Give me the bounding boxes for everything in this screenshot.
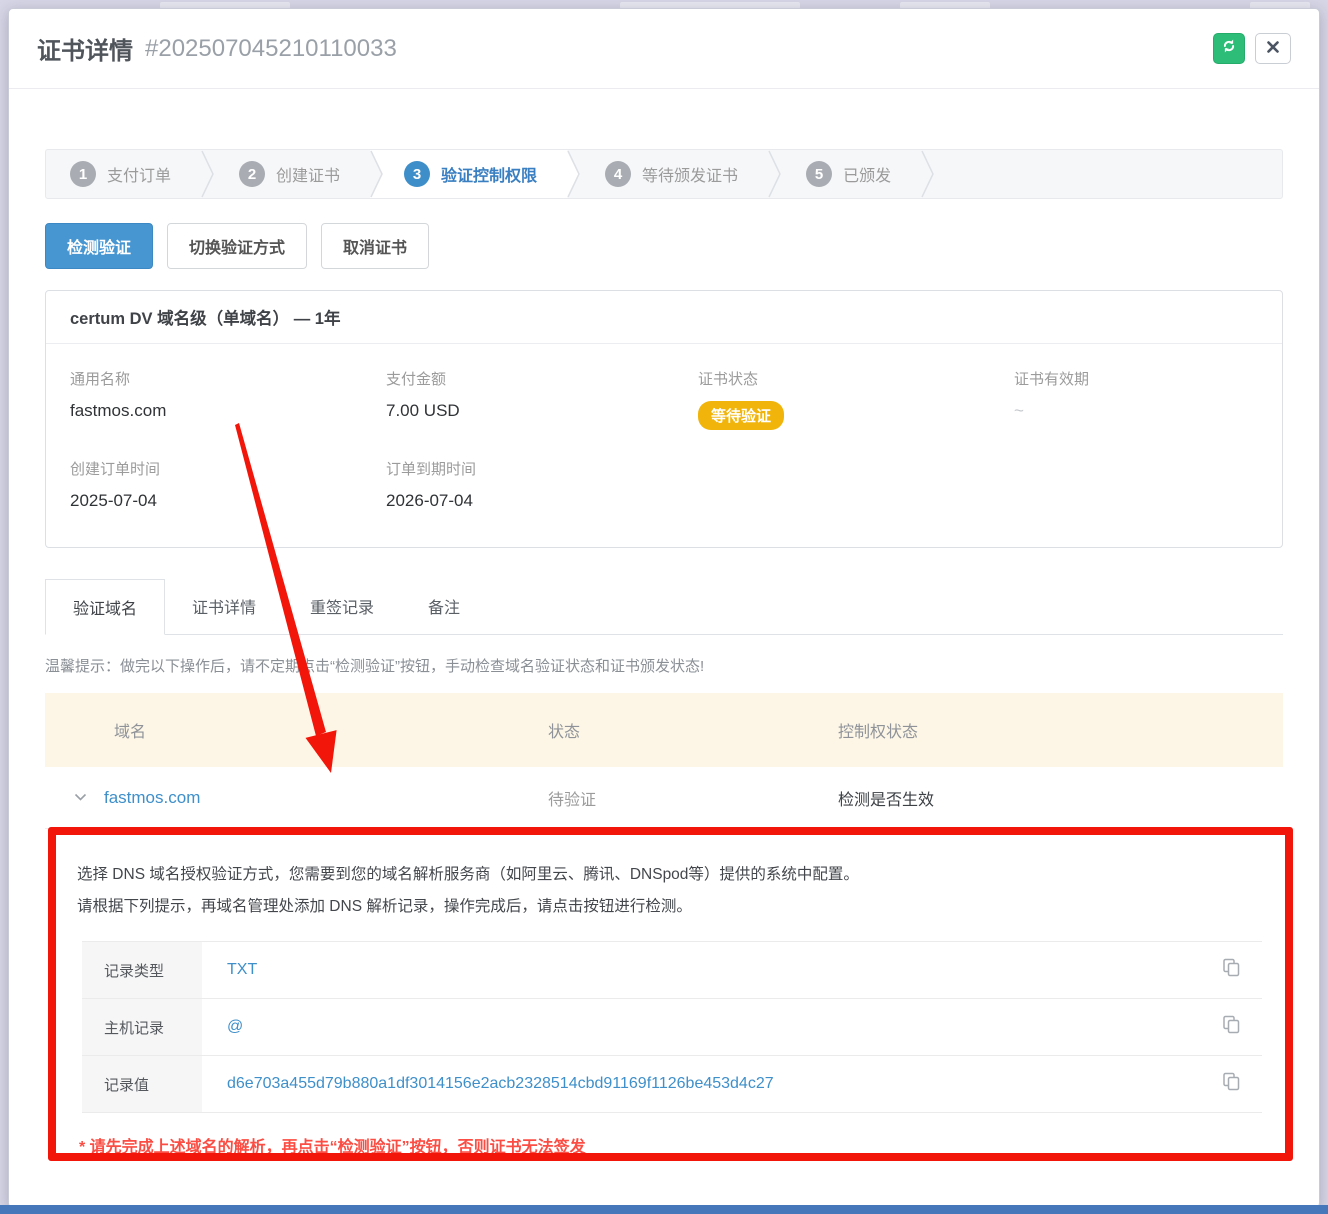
step-number: 2 (239, 161, 265, 187)
step-separator (567, 150, 581, 198)
field-payment-amount: 支付金额 7.00 USD (386, 368, 698, 430)
certificate-info-card: certum DV 域名级（单域名） — 1年 通用名称 fastmos.com… (45, 290, 1283, 548)
field-order-created: 创建订单时间 2025-07-04 (70, 458, 386, 511)
step-number: 1 (70, 161, 96, 187)
host-record-value: @ (202, 999, 1200, 1055)
order-id: #202507045210110033 (145, 35, 397, 63)
copy-icon (1221, 1014, 1242, 1040)
check-verification-button[interactable]: 检测验证 (45, 223, 153, 269)
step-separator (768, 150, 782, 198)
record-value-row: 记录值 d6e703a455d79b880a1df3014156e2acb232… (82, 1056, 1262, 1113)
field-cert-validity: 证书有效期 ~ (1014, 368, 1258, 430)
step-issued: 5 已颁发 (782, 150, 921, 198)
tab-cert-detail[interactable]: 证书详情 (165, 579, 283, 635)
col-control-status: 控制权状态 (838, 718, 1283, 742)
reminder-text: 温馨提示：做完以下操作后，请不定期点击“检测验证”按钮，手动检查域名验证状态和证… (45, 635, 1283, 693)
copy-icon (1221, 957, 1242, 983)
dialog-header: 证书详情 #202507045210110033 (9, 9, 1319, 89)
status-badge: 等待验证 (698, 401, 784, 430)
dns-verification-panel: 选择 DNS 域名授权验证方式，您需要到您的域名解析服务商（如阿里云、腾讯、DN… (45, 829, 1283, 1157)
domain-table-row: fastmos.com 待验证 检测是否生效 (45, 767, 1283, 829)
record-value-value: d6e703a455d79b880a1df3014156e2acb2328514… (202, 1056, 1200, 1112)
step-verify-control: 3 验证控制权限 (370, 150, 567, 198)
page-bottom-strip (0, 1205, 1328, 1214)
detail-tabs: 验证域名 证书详情 重签记录 备注 (45, 579, 1283, 635)
host-record-row: 主机记录 @ (82, 999, 1262, 1056)
record-type-label: 记录类型 (82, 942, 202, 998)
col-status: 状态 (548, 718, 838, 742)
product-name: certum DV 域名级（单域名） — 1年 (46, 291, 1282, 344)
dns-warning-text: * 请先完成上述域名的解析，再点击“检测验证”按钮，否则证书无法签发 (79, 1133, 1283, 1157)
field-order-expire: 订单到期时间 2026-07-04 (386, 458, 698, 511)
step-create-cert: 2 创建证书 (215, 150, 370, 198)
field-cert-status: 证书状态 等待验证 (698, 368, 1014, 430)
certificate-detail-dialog: 证书详情 #202507045210110033 (8, 8, 1320, 1208)
tab-remark[interactable]: 备注 (401, 579, 487, 635)
dns-record-table: 记录类型 TXT 主机记录 @ (82, 941, 1262, 1113)
step-wait-issue: 4 等待颁发证书 (581, 150, 768, 198)
dns-instruction-line1: 选择 DNS 域名授权验证方式，您需要到您的域名解析服务商（如阿里云、腾讯、DN… (77, 859, 1283, 891)
step-separator (370, 150, 384, 198)
step-separator (201, 150, 215, 198)
control-status: 检测是否生效 (838, 786, 1283, 810)
expand-chevron-down-icon[interactable] (74, 789, 87, 807)
dns-instruction-line2: 请根据下列提示，再域名管理处添加 DNS 解析记录，操作完成后，请点击按钮进行检… (77, 891, 1283, 923)
step-number: 5 (806, 161, 832, 187)
copy-host-record-button[interactable] (1200, 999, 1262, 1055)
tab-verify-domain[interactable]: 验证域名 (45, 579, 165, 635)
progress-steps: 1 支付订单 2 创建证书 3 验证控制权限 4 等待颁发证书 5 已颁发 (45, 149, 1283, 199)
step-separator (921, 150, 935, 198)
close-icon (1267, 40, 1279, 58)
dialog-title: 证书详情 (37, 31, 133, 66)
copy-record-value-button[interactable] (1200, 1056, 1262, 1112)
record-value-label: 记录值 (82, 1056, 202, 1112)
host-record-label: 主机记录 (82, 999, 202, 1055)
refresh-button[interactable] (1213, 33, 1245, 64)
record-type-row: 记录类型 TXT (82, 942, 1262, 999)
domain-link[interactable]: fastmos.com (104, 788, 200, 808)
domain-table-header: 域名 状态 控制权状态 (45, 693, 1283, 767)
col-domain: 域名 (45, 718, 548, 742)
switch-verification-button[interactable]: 切换验证方式 (167, 223, 307, 269)
field-common-name: 通用名称 fastmos.com (70, 368, 386, 430)
copy-icon (1221, 1071, 1242, 1097)
cancel-certificate-button[interactable]: 取消证书 (321, 223, 429, 269)
step-pay-order: 1 支付订单 (46, 150, 201, 198)
step-number: 3 (404, 161, 430, 187)
close-button[interactable] (1255, 33, 1291, 64)
record-type-value: TXT (202, 942, 1200, 998)
copy-record-type-button[interactable] (1200, 942, 1262, 998)
step-number: 4 (605, 161, 631, 187)
tab-reissue-record[interactable]: 重签记录 (283, 579, 401, 635)
domain-status: 待验证 (548, 786, 838, 810)
refresh-icon (1220, 37, 1238, 60)
